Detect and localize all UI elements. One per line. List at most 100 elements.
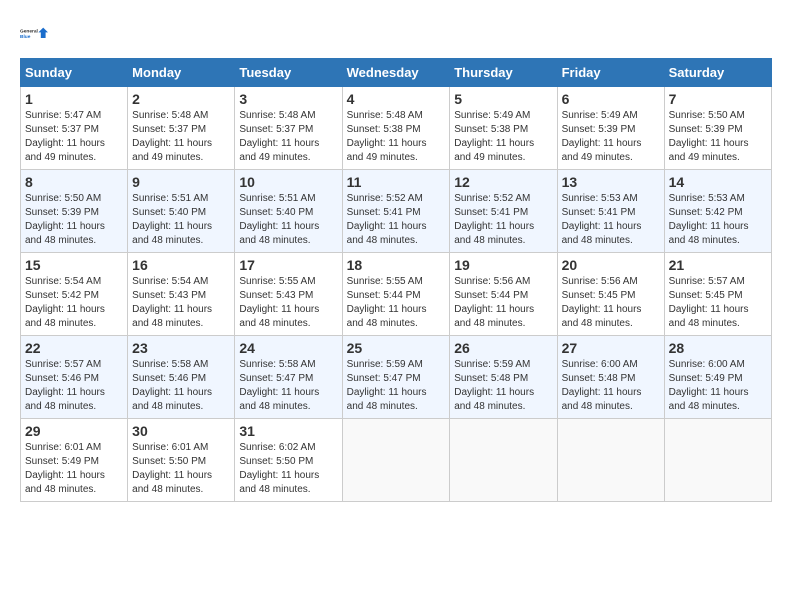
calendar-cell: 3 Sunrise: 5:48 AM Sunset: 5:37 PM Dayli… <box>235 87 342 170</box>
day-header-thursday: Thursday <box>450 59 557 87</box>
calendar-cell: 5 Sunrise: 5:49 AM Sunset: 5:38 PM Dayli… <box>450 87 557 170</box>
week-row-5: 29 Sunrise: 6:01 AM Sunset: 5:49 PM Dayl… <box>21 419 772 502</box>
day-number: 25 <box>347 340 446 356</box>
calendar-cell: 1 Sunrise: 5:47 AM Sunset: 5:37 PM Dayli… <box>21 87 128 170</box>
day-number: 16 <box>132 257 230 273</box>
day-info: Sunrise: 5:55 AM Sunset: 5:43 PM Dayligh… <box>239 275 337 331</box>
calendar-cell: 9 Sunrise: 5:51 AM Sunset: 5:40 PM Dayli… <box>128 170 235 253</box>
week-row-3: 15 Sunrise: 5:54 AM Sunset: 5:42 PM Dayl… <box>21 253 772 336</box>
day-info: Sunrise: 5:48 AM Sunset: 5:38 PM Dayligh… <box>347 109 446 165</box>
day-info: Sunrise: 5:50 AM Sunset: 5:39 PM Dayligh… <box>669 109 767 165</box>
day-info: Sunrise: 5:56 AM Sunset: 5:44 PM Dayligh… <box>454 275 552 331</box>
day-info: Sunrise: 5:58 AM Sunset: 5:47 PM Dayligh… <box>239 358 337 414</box>
day-number: 3 <box>239 91 337 107</box>
day-info: Sunrise: 5:58 AM Sunset: 5:46 PM Dayligh… <box>132 358 230 414</box>
calendar-cell: 12 Sunrise: 5:52 AM Sunset: 5:41 PM Dayl… <box>450 170 557 253</box>
day-info: Sunrise: 5:51 AM Sunset: 5:40 PM Dayligh… <box>239 192 337 248</box>
svg-text:Blue: Blue <box>20 34 31 40</box>
calendar-cell: 15 Sunrise: 5:54 AM Sunset: 5:42 PM Dayl… <box>21 253 128 336</box>
day-number: 20 <box>562 257 660 273</box>
day-number: 31 <box>239 423 337 439</box>
day-number: 21 <box>669 257 767 273</box>
day-number: 8 <box>25 174 123 190</box>
day-number: 1 <box>25 91 123 107</box>
day-info: Sunrise: 5:51 AM Sunset: 5:40 PM Dayligh… <box>132 192 230 248</box>
calendar-cell: 8 Sunrise: 5:50 AM Sunset: 5:39 PM Dayli… <box>21 170 128 253</box>
calendar-cell <box>450 419 557 502</box>
header-row: SundayMondayTuesdayWednesdayThursdayFrid… <box>21 59 772 87</box>
day-number: 23 <box>132 340 230 356</box>
day-header-monday: Monday <box>128 59 235 87</box>
day-number: 9 <box>132 174 230 190</box>
calendar-cell: 17 Sunrise: 5:55 AM Sunset: 5:43 PM Dayl… <box>235 253 342 336</box>
day-info: Sunrise: 5:57 AM Sunset: 5:45 PM Dayligh… <box>669 275 767 331</box>
day-info: Sunrise: 5:48 AM Sunset: 5:37 PM Dayligh… <box>239 109 337 165</box>
calendar-cell <box>342 419 450 502</box>
calendar-cell: 29 Sunrise: 6:01 AM Sunset: 5:49 PM Dayl… <box>21 419 128 502</box>
calendar-cell: 6 Sunrise: 5:49 AM Sunset: 5:39 PM Dayli… <box>557 87 664 170</box>
day-number: 14 <box>669 174 767 190</box>
calendar-cell: 10 Sunrise: 5:51 AM Sunset: 5:40 PM Dayl… <box>235 170 342 253</box>
day-number: 29 <box>25 423 123 439</box>
day-info: Sunrise: 6:01 AM Sunset: 5:50 PM Dayligh… <box>132 441 230 497</box>
day-header-tuesday: Tuesday <box>235 59 342 87</box>
calendar-cell: 19 Sunrise: 5:56 AM Sunset: 5:44 PM Dayl… <box>450 253 557 336</box>
day-info: Sunrise: 5:54 AM Sunset: 5:43 PM Dayligh… <box>132 275 230 331</box>
calendar-cell <box>557 419 664 502</box>
calendar-cell: 4 Sunrise: 5:48 AM Sunset: 5:38 PM Dayli… <box>342 87 450 170</box>
day-info: Sunrise: 5:59 AM Sunset: 5:47 PM Dayligh… <box>347 358 446 414</box>
day-number: 10 <box>239 174 337 190</box>
day-info: Sunrise: 5:48 AM Sunset: 5:37 PM Dayligh… <box>132 109 230 165</box>
calendar-cell: 11 Sunrise: 5:52 AM Sunset: 5:41 PM Dayl… <box>342 170 450 253</box>
day-number: 27 <box>562 340 660 356</box>
calendar-cell: 31 Sunrise: 6:02 AM Sunset: 5:50 PM Dayl… <box>235 419 342 502</box>
day-info: Sunrise: 5:49 AM Sunset: 5:38 PM Dayligh… <box>454 109 552 165</box>
logo: General Blue <box>20 20 52 48</box>
calendar-cell <box>664 419 771 502</box>
day-number: 17 <box>239 257 337 273</box>
calendar-table: SundayMondayTuesdayWednesdayThursdayFrid… <box>20 58 772 502</box>
logo-icon: General Blue <box>20 20 52 48</box>
day-info: Sunrise: 5:57 AM Sunset: 5:46 PM Dayligh… <box>25 358 123 414</box>
day-number: 5 <box>454 91 552 107</box>
day-number: 28 <box>669 340 767 356</box>
day-number: 6 <box>562 91 660 107</box>
calendar-cell: 14 Sunrise: 5:53 AM Sunset: 5:42 PM Dayl… <box>664 170 771 253</box>
week-row-2: 8 Sunrise: 5:50 AM Sunset: 5:39 PM Dayli… <box>21 170 772 253</box>
day-number: 22 <box>25 340 123 356</box>
day-number: 30 <box>132 423 230 439</box>
day-info: Sunrise: 5:52 AM Sunset: 5:41 PM Dayligh… <box>347 192 446 248</box>
day-info: Sunrise: 5:52 AM Sunset: 5:41 PM Dayligh… <box>454 192 552 248</box>
calendar-cell: 21 Sunrise: 5:57 AM Sunset: 5:45 PM Dayl… <box>664 253 771 336</box>
week-row-1: 1 Sunrise: 5:47 AM Sunset: 5:37 PM Dayli… <box>21 87 772 170</box>
day-info: Sunrise: 5:49 AM Sunset: 5:39 PM Dayligh… <box>562 109 660 165</box>
day-number: 15 <box>25 257 123 273</box>
calendar-cell: 18 Sunrise: 5:55 AM Sunset: 5:44 PM Dayl… <box>342 253 450 336</box>
calendar-cell: 22 Sunrise: 5:57 AM Sunset: 5:46 PM Dayl… <box>21 336 128 419</box>
day-number: 26 <box>454 340 552 356</box>
day-number: 19 <box>454 257 552 273</box>
week-row-4: 22 Sunrise: 5:57 AM Sunset: 5:46 PM Dayl… <box>21 336 772 419</box>
day-number: 4 <box>347 91 446 107</box>
day-info: Sunrise: 5:53 AM Sunset: 5:42 PM Dayligh… <box>669 192 767 248</box>
day-header-friday: Friday <box>557 59 664 87</box>
calendar-cell: 2 Sunrise: 5:48 AM Sunset: 5:37 PM Dayli… <box>128 87 235 170</box>
day-number: 7 <box>669 91 767 107</box>
calendar-cell: 16 Sunrise: 5:54 AM Sunset: 5:43 PM Dayl… <box>128 253 235 336</box>
calendar-cell: 25 Sunrise: 5:59 AM Sunset: 5:47 PM Dayl… <box>342 336 450 419</box>
calendar-cell: 27 Sunrise: 6:00 AM Sunset: 5:48 PM Dayl… <box>557 336 664 419</box>
day-info: Sunrise: 5:55 AM Sunset: 5:44 PM Dayligh… <box>347 275 446 331</box>
day-info: Sunrise: 6:02 AM Sunset: 5:50 PM Dayligh… <box>239 441 337 497</box>
day-info: Sunrise: 5:59 AM Sunset: 5:48 PM Dayligh… <box>454 358 552 414</box>
day-number: 18 <box>347 257 446 273</box>
day-info: Sunrise: 5:53 AM Sunset: 5:41 PM Dayligh… <box>562 192 660 248</box>
day-info: Sunrise: 6:00 AM Sunset: 5:48 PM Dayligh… <box>562 358 660 414</box>
day-number: 12 <box>454 174 552 190</box>
day-header-sunday: Sunday <box>21 59 128 87</box>
day-info: Sunrise: 5:47 AM Sunset: 5:37 PM Dayligh… <box>25 109 123 165</box>
day-number: 11 <box>347 174 446 190</box>
day-number: 13 <box>562 174 660 190</box>
calendar-cell: 26 Sunrise: 5:59 AM Sunset: 5:48 PM Dayl… <box>450 336 557 419</box>
header: General Blue <box>20 20 772 48</box>
day-info: Sunrise: 5:54 AM Sunset: 5:42 PM Dayligh… <box>25 275 123 331</box>
